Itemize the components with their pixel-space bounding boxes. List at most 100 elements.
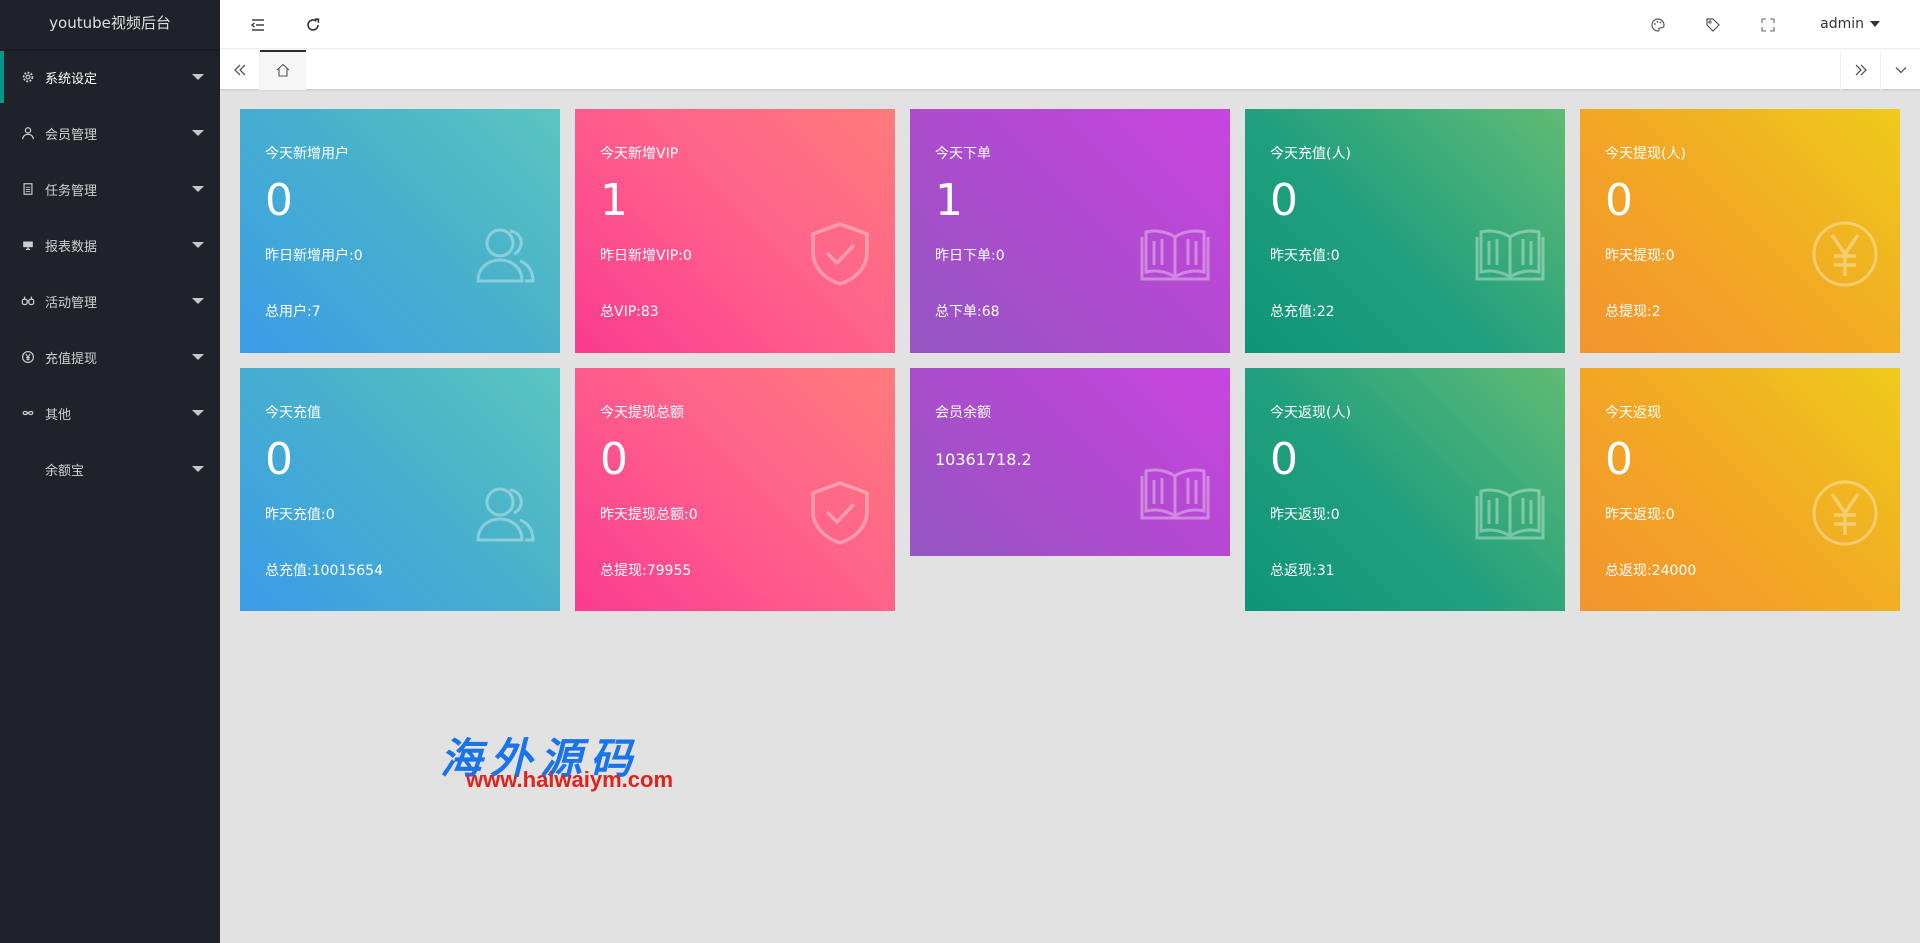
card-subtext: 昨天提现总额:0 <box>600 507 698 523</box>
card-recharge-today: 今天充值 0 昨天充值:0 总充值:10015654 <box>240 368 560 611</box>
card-title: 会员余额 <box>935 405 991 421</box>
card-total: 总提现:79955 <box>600 563 692 579</box>
app-title: youtube视频后台 <box>0 0 220 49</box>
toggle-sidebar-button[interactable] <box>233 0 283 49</box>
tab-home[interactable] <box>260 50 306 90</box>
card-orders-today: 今天下单 1 昨日下单:0 总下单:68 <box>910 109 1230 353</box>
fullscreen-button[interactable] <box>1743 0 1793 49</box>
card-total: 总用户:7 <box>265 304 321 320</box>
sidebar-item-yuebao[interactable]: 余额宝 <box>0 441 220 497</box>
infinity-icon <box>20 405 36 421</box>
sidebar-item-label: 余额宝 <box>45 463 85 479</box>
chevron-down-icon <box>1895 67 1906 74</box>
card-subtext: 昨日新增用户:0 <box>265 248 363 264</box>
caret-down-icon <box>192 466 204 472</box>
sidebar-item-system-settings[interactable]: 系统设定 <box>0 49 220 105</box>
refresh-button[interactable] <box>288 0 338 49</box>
card-subtext: 昨天充值:0 <box>1270 248 1340 264</box>
card-subtext: 昨天返现:0 <box>1605 507 1675 523</box>
sidebar-item-recharge-withdraw[interactable]: 充值提现 <box>0 329 220 385</box>
theme-button[interactable] <box>1633 0 1683 49</box>
card-title: 今天返现(人) <box>1270 405 1351 421</box>
binoculars-icon <box>20 293 36 309</box>
card-withdraw-people-today: 今天提现(人) 0 昨天提现:0 总提现:2 <box>1580 109 1900 353</box>
card-title: 今天新增用户 <box>265 146 349 162</box>
sidebar-item-other[interactable]: 其他 <box>0 385 220 441</box>
sidebar-item-label: 系统设定 <box>45 71 98 87</box>
card-recharge-people-today: 今天充值(人) 0 昨天充值:0 总充值:22 <box>1245 109 1565 353</box>
sidebar-item-activities[interactable]: 活动管理 <box>0 273 220 329</box>
card-subtext: 昨日新增VIP:0 <box>600 248 692 264</box>
card-value: 1 <box>935 175 963 226</box>
card-subtext: 昨天提现:0 <box>1605 248 1675 264</box>
card-title: 今天提现(人) <box>1605 146 1686 162</box>
sidebar-item-label: 任务管理 <box>45 183 98 199</box>
caret-down-icon <box>192 354 204 360</box>
card-value: 0 <box>600 434 628 485</box>
card-total: 总充值:10015654 <box>265 563 383 579</box>
sidebar-item-label: 报表数据 <box>45 239 98 255</box>
card-total: 总返现:31 <box>1270 563 1335 579</box>
card-value: 0 <box>265 434 293 485</box>
document-icon <box>20 181 36 197</box>
sidebar-item-tasks[interactable]: 任务管理 <box>0 161 220 217</box>
palette-icon <box>1651 17 1665 32</box>
caret-down-icon <box>192 130 204 136</box>
username: admin <box>1820 16 1864 32</box>
card-subtext: 昨天返现:0 <box>1270 507 1340 523</box>
caret-down-icon <box>192 242 204 248</box>
sidebar-item-label: 其他 <box>45 407 72 423</box>
user-menu[interactable]: admin <box>1820 0 1880 49</box>
tag-button[interactable] <box>1688 0 1738 49</box>
card-total: 总充值:22 <box>1270 304 1335 320</box>
caret-down-icon <box>192 74 204 80</box>
caret-down-icon <box>192 186 204 192</box>
card-total: 总下单:68 <box>935 304 1000 320</box>
card-cashback-today: 今天返现 0 昨天返现:0 总返现:24000 <box>1580 368 1900 611</box>
card-value: 1 <box>600 175 628 226</box>
sidebar-item-label: 充值提现 <box>45 351 98 367</box>
card-title: 今天充值 <box>265 405 321 421</box>
card-total: 总返现:24000 <box>1605 563 1697 579</box>
yen-circle-icon <box>1810 219 1880 289</box>
tabs-bar <box>220 49 1920 90</box>
card-subtext: 昨天充值:0 <box>265 507 335 523</box>
menu-fold-icon <box>250 18 264 31</box>
sidebar-menu: 系统设定 会员管理 任务管理 报表数据 活动管理 充值提现 其他 余额宝 <box>0 49 220 497</box>
shield-check-icon <box>805 478 875 548</box>
top-header: admin <box>220 0 1920 49</box>
tag-icon <box>1706 17 1720 32</box>
watermark: 海外源码 www.haiwaiym.com <box>440 725 740 795</box>
blank-icon <box>20 461 36 477</box>
card-title: 今天新增VIP <box>600 146 679 162</box>
card-value: 0 <box>1270 175 1298 226</box>
monitor-icon <box>20 237 36 253</box>
card-value: 0 <box>1605 434 1633 485</box>
tabs-menu-button[interactable] <box>1880 50 1920 90</box>
caret-down-icon <box>192 410 204 416</box>
sidebar-item-reports[interactable]: 报表数据 <box>0 217 220 273</box>
user-icon <box>20 125 36 141</box>
card-member-balance: 会员余额 10361718.2 <box>910 368 1230 556</box>
home-icon <box>276 63 290 77</box>
yen-icon <box>20 349 36 365</box>
yen-circle-icon <box>1810 478 1880 548</box>
users-icon <box>470 219 540 289</box>
card-value: 0 <box>1605 175 1633 226</box>
card-total: 总提现:2 <box>1605 304 1661 320</box>
shield-check-icon <box>805 219 875 289</box>
book-icon <box>1140 219 1210 289</box>
book-icon <box>1475 478 1545 548</box>
gear-icon <box>20 69 36 85</box>
tabs-scroll-right-button[interactable] <box>1840 50 1880 90</box>
card-new-users-today: 今天新增用户 0 昨日新增用户:0 总用户:7 <box>240 109 560 353</box>
caret-down-icon <box>192 298 204 304</box>
sidebar-item-members[interactable]: 会员管理 <box>0 105 220 161</box>
book-icon <box>1140 458 1210 528</box>
card-subtext: 昨日下单:0 <box>935 248 1005 264</box>
card-title: 今天充值(人) <box>1270 146 1351 162</box>
tabs-scroll-left-button[interactable] <box>220 50 260 90</box>
refresh-icon <box>307 17 320 31</box>
fullscreen-icon <box>1761 17 1775 32</box>
watermark-url: www.haiwaiym.com <box>466 767 674 792</box>
